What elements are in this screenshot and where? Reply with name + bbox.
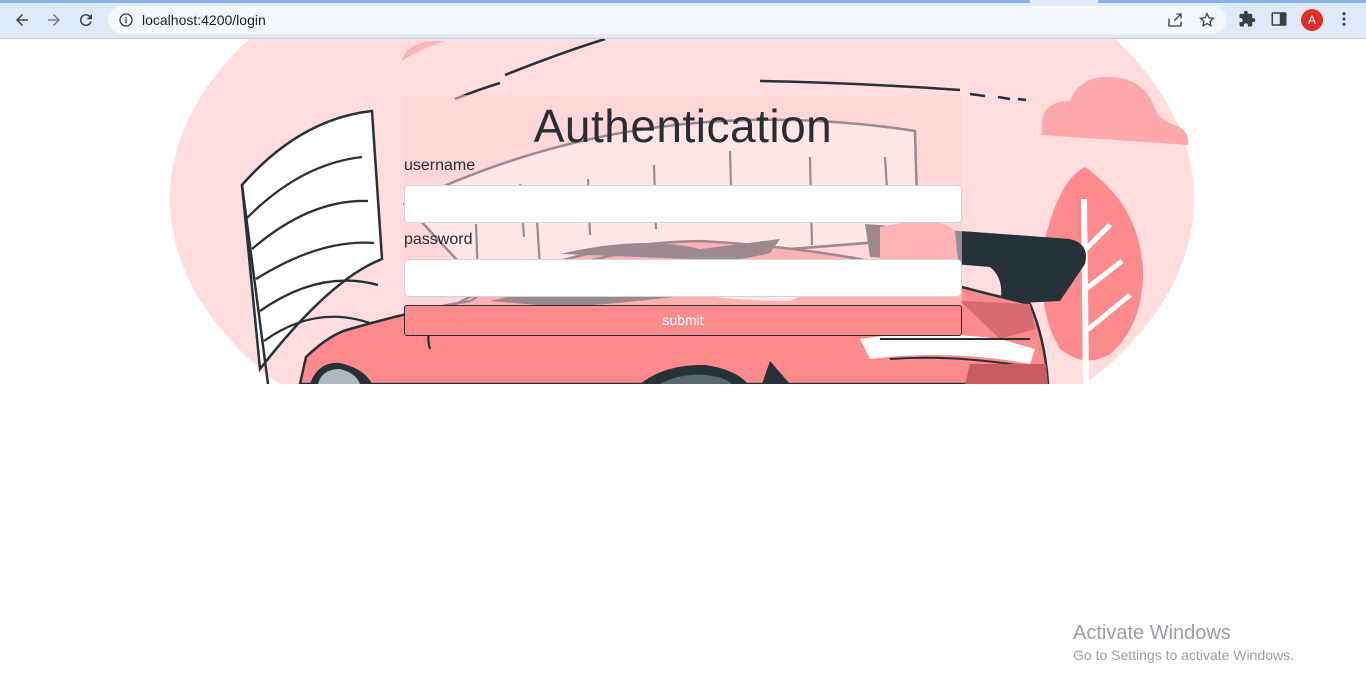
submit-button[interactable]: submit (404, 305, 962, 336)
password-label: password (404, 231, 473, 248)
profile-avatar[interactable]: A (1301, 9, 1323, 31)
reload-icon (79, 14, 92, 27)
login-page: Authentication username password submit … (0, 39, 1366, 696)
info-icon[interactable] (118, 12, 134, 28)
forward-arrow-icon (48, 14, 60, 26)
star-icon[interactable] (1198, 11, 1216, 29)
address-bar[interactable]: localhost:4200/login (108, 6, 1226, 34)
puzzle-icon[interactable] (1238, 10, 1256, 28)
back-arrow-icon (16, 14, 28, 26)
activate-windows-watermark: Activate Windows Go to Settings to activ… (1073, 621, 1294, 665)
reload-button[interactable] (72, 6, 100, 34)
username-label: username (404, 157, 476, 174)
loading-bar (0, 0, 1366, 3)
browser-toolbar: localhost:4200/login A (0, 0, 1366, 39)
share-icon[interactable] (1166, 11, 1184, 29)
password-input[interactable] (404, 259, 962, 297)
form-title-wrap: Authentication (404, 99, 962, 153)
forward-button[interactable] (40, 6, 68, 34)
url-text[interactable]: localhost:4200/login (142, 12, 266, 28)
page-title: Authentication (533, 100, 833, 152)
back-button[interactable] (8, 6, 36, 34)
username-input[interactable] (404, 185, 962, 223)
watermark-title: Activate Windows (1073, 622, 1231, 644)
watermark-subtitle: Go to Settings to activate Windows. (1073, 647, 1294, 663)
kebab-menu-icon[interactable] (1335, 10, 1353, 28)
side-panel-icon[interactable] (1270, 10, 1288, 28)
